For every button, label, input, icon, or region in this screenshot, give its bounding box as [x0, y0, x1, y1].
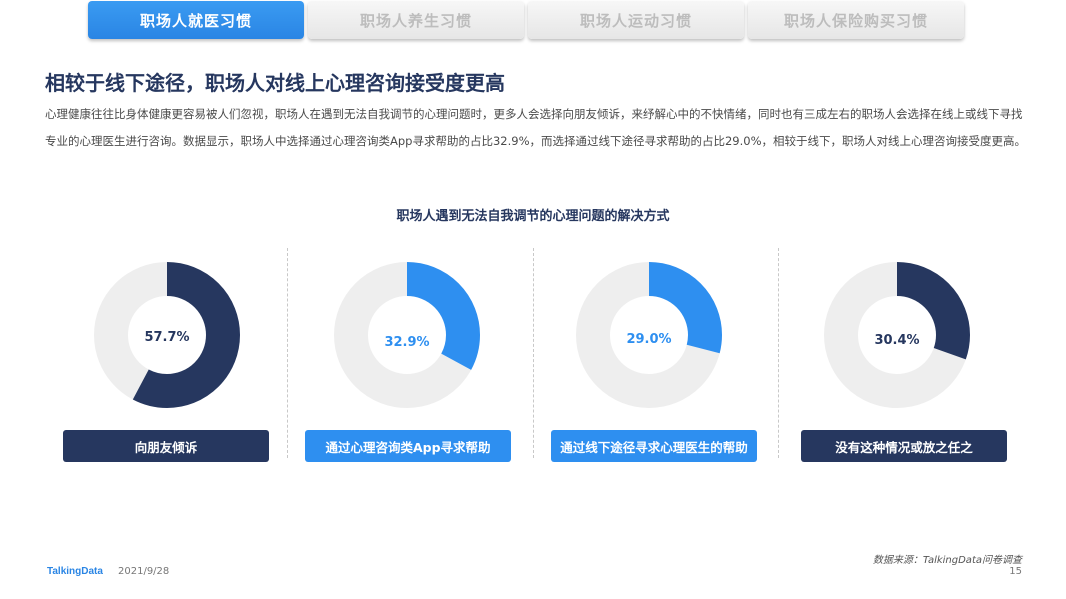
category-label-4: 没有这种情况或放之任之 — [801, 430, 1007, 462]
donut-1: 57.7% — [94, 262, 240, 408]
category-label-3: 通过线下途径寻求心理医生的帮助 — [551, 430, 757, 462]
data-source-note: 数据来源：TalkingData问卷调查 — [872, 555, 1022, 566]
donut-2: 32.9% — [334, 262, 480, 408]
donut-value-label-4: 30.4% — [874, 333, 920, 348]
donut-value-label-3: 29.0% — [626, 332, 672, 347]
tab-bar: 职场人就医习惯 职场人养生习惯 职场人运动习惯 职场人保险购买习惯 — [88, 1, 964, 39]
page-number: 15 — [1009, 566, 1022, 577]
tab-health-habits[interactable]: 职场人养生习惯 — [308, 1, 524, 39]
page-headline: 相较于线下途径，职场人对线上心理咨询接受度更高 — [45, 71, 505, 95]
tab-insurance-habits[interactable]: 职场人保险购买习惯 — [748, 1, 964, 39]
description-paragraph: 心理健康往往比身体健康更容易被人们忽视，职场人在遇到无法自我调节的心理问题时，更… — [45, 107, 1027, 148]
donut-3: 29.0% — [576, 262, 722, 408]
tab-medical-habits[interactable]: 职场人就医习惯 — [88, 1, 304, 39]
donut-value-label-1: 57.7% — [144, 330, 190, 345]
talkingdata-logo: TalkingData — [47, 566, 103, 577]
tab-exercise-habits[interactable]: 职场人运动习惯 — [528, 1, 744, 39]
category-label-1: 向朋友倾诉 — [63, 430, 269, 462]
divider-2 — [533, 248, 534, 458]
category-label-2: 通过心理咨询类App寻求帮助 — [305, 430, 511, 462]
chart-title: 职场人遇到无法自我调节的心理问题的解决方式 — [396, 209, 670, 224]
report-date: 2021/9/28 — [118, 566, 170, 577]
divider-1 — [287, 248, 288, 458]
donut-4: 30.4% — [824, 262, 970, 408]
donut-value-label-2: 32.9% — [384, 335, 430, 350]
divider-3 — [778, 248, 779, 458]
